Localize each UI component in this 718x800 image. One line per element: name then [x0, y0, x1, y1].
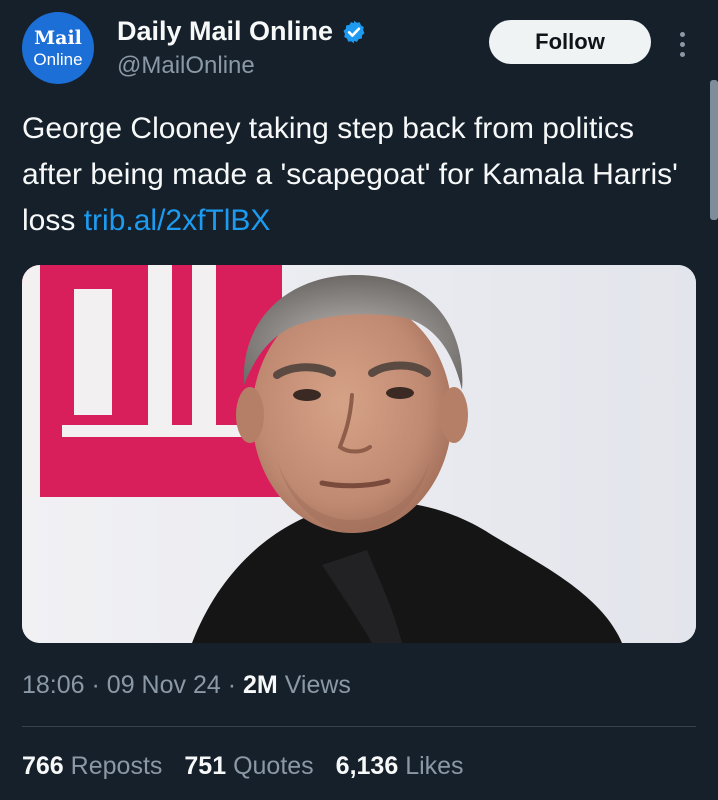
- tweet-text: George Clooney taking step back from pol…: [22, 106, 702, 244]
- separator-dot: ·: [227, 671, 243, 699]
- clooney-photo: [22, 265, 696, 643]
- avatar-logo-line1: Mail: [34, 26, 82, 49]
- account-name-row: Daily Mail Online: [117, 16, 367, 47]
- avatar-logo-line2: Online: [33, 49, 83, 69]
- views-count: 2M: [243, 671, 278, 699]
- views-label: Views: [284, 671, 351, 699]
- reposts-count: 766: [22, 752, 64, 780]
- divider: [22, 726, 696, 727]
- account-name[interactable]: Daily Mail Online: [117, 16, 333, 47]
- likes-count: 6,136: [335, 752, 399, 780]
- verified-badge-icon: [343, 20, 365, 43]
- more-dot: [679, 41, 685, 47]
- follow-button[interactable]: Follow: [489, 20, 651, 64]
- account-handle[interactable]: @MailOnline: [117, 52, 255, 80]
- separator-dot: ·: [91, 671, 107, 699]
- reposts-label: Reposts: [70, 752, 163, 780]
- more-dot: [679, 31, 685, 37]
- more-dot: [679, 51, 685, 57]
- likes-stat[interactable]: 6,136 Likes: [336, 752, 464, 781]
- engagement-stats: 766 Reposts 751 Quotes 6,136 Likes: [22, 752, 464, 781]
- quotes-label: Quotes: [233, 752, 314, 780]
- scrollbar[interactable]: [710, 80, 718, 220]
- more-options-icon[interactable]: [668, 26, 696, 62]
- quotes-count: 751: [184, 752, 227, 780]
- tweet-date[interactable]: 09 Nov 24: [107, 671, 221, 699]
- likes-label: Likes: [405, 752, 464, 780]
- tweet-time[interactable]: 18:06: [22, 671, 85, 699]
- quotes-stat[interactable]: 751 Quotes: [184, 752, 313, 781]
- tweet-link[interactable]: trib.al/2xfTlBX: [84, 204, 271, 237]
- reposts-stat[interactable]: 766 Reposts: [22, 752, 162, 781]
- avatar[interactable]: Mail Online: [22, 12, 94, 84]
- tweet-meta: 18:06 · 09 Nov 24 · 2M Views: [22, 671, 351, 700]
- tweet-photo[interactable]: [22, 265, 696, 643]
